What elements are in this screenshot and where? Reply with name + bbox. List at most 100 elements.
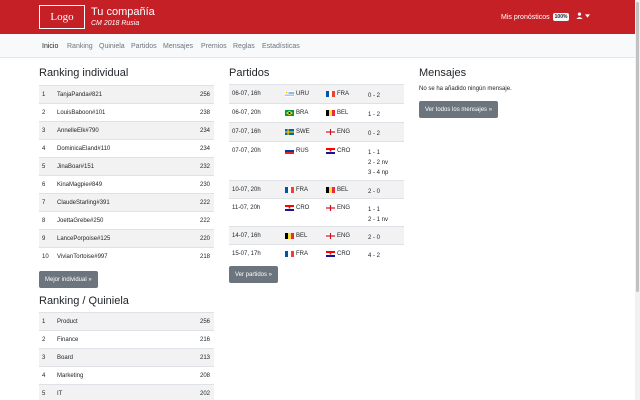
player-name[interactable]: ClaudeStarling#391	[57, 200, 110, 206]
nav-inicio[interactable]: Inicio	[42, 43, 58, 50]
team-code: BEL	[337, 187, 349, 193]
match-row[interactable]: 07-07, 20h RUS CRO 1 - 1 2 - 2 nv 3 - 4 …	[229, 141, 404, 180]
team-code: CRO	[337, 148, 351, 154]
match-score: 4 - 2	[368, 253, 381, 259]
ranking-quiniela-table: 1 Product 256 2 Finance 216 3 Board 213 4 Marke…	[39, 312, 214, 400]
match-score: 2 - 0	[368, 189, 381, 195]
ranking-quiniela-title: Ranking / Quiniela	[39, 295, 129, 307]
rank-position: 10	[42, 253, 49, 260]
rank-position: 4	[42, 145, 46, 152]
group-name[interactable]: Board	[57, 355, 73, 361]
user-menu-dropdown[interactable]	[576, 12, 590, 19]
group-name[interactable]: Marketing	[57, 373, 83, 379]
player-name[interactable]: AnnelleElk#790	[57, 128, 99, 134]
points: 232	[199, 163, 210, 170]
nav-reglas[interactable]: Reglas	[233, 43, 255, 50]
player-name[interactable]: KinaMagpie#849	[57, 182, 102, 188]
points: 234	[199, 145, 210, 152]
croatia-flag-icon	[326, 148, 335, 154]
match-score: 2 - 0	[368, 235, 381, 241]
nav-quiniela[interactable]: Quiniela	[99, 43, 125, 50]
match-date: 10-07, 20h	[232, 187, 261, 193]
belgium-flag-icon	[326, 110, 335, 116]
table-row: 4 DominicaEland#110 234	[39, 139, 214, 157]
best-individual-button[interactable]: Mejor individual »	[39, 271, 98, 288]
russia-flag-icon	[285, 148, 294, 154]
match-date: 14-07, 16h	[232, 233, 261, 239]
team-code: URU	[296, 91, 309, 97]
logo[interactable]: Logo	[39, 5, 85, 29]
rank-position: 5	[42, 163, 46, 170]
team-code: FRA	[296, 187, 308, 193]
team-code: RUS	[296, 148, 309, 154]
predictions-progress-badge: 100%	[552, 13, 570, 21]
nav-partidos[interactable]: Partidos	[131, 43, 157, 50]
player-name[interactable]: VivianTortoise#997	[57, 254, 108, 260]
top-navbar: Logo Tu compañía CM 2018 Rusia Mis pronó…	[0, 0, 640, 34]
match-date: 07-07, 16h	[232, 129, 261, 135]
player-name[interactable]: JinaBoar#151	[57, 164, 94, 170]
match-row[interactable]: 14-07, 16h BEL ENG 2 - 0	[229, 226, 404, 244]
table-row: 6 KinaMagpie#849 230	[39, 175, 214, 193]
match-row[interactable]: 11-07, 20h CRO ENG 1 - 1 2 - 1 nv	[229, 198, 404, 226]
match-score: 0 - 2	[368, 93, 381, 99]
france-flag-icon	[285, 251, 294, 257]
player-name[interactable]: JoettaGrebe#250	[57, 218, 103, 224]
points: 256	[199, 91, 210, 98]
points: 218	[199, 253, 210, 260]
match-score-extra-time: 2 - 1 nv	[368, 217, 389, 223]
nav-estadisticas[interactable]: Estadísticas	[262, 43, 300, 50]
belgium-flag-icon	[285, 233, 294, 239]
points: 208	[199, 372, 210, 379]
team-code: ENG	[337, 233, 351, 239]
table-row: 10 VivianTortoise#997 218	[39, 247, 214, 265]
match-score: 1 - 2	[368, 112, 381, 118]
group-name[interactable]: IT	[57, 391, 62, 397]
table-row: 3 Board 213	[39, 348, 214, 366]
england-flag-icon	[326, 205, 335, 211]
my-predictions-link[interactable]: Mis pronósticos 100%	[501, 13, 570, 21]
points: 234	[199, 127, 210, 134]
match-row[interactable]: 10-07, 20h FRA BEL 2 - 0	[229, 180, 404, 198]
page-scrollbar[interactable]	[635, 0, 640, 400]
table-row: 7 ClaudeStarling#391 222	[39, 193, 214, 211]
team-code: BEL	[337, 110, 349, 116]
matches-table: 06-07, 16h URU FRA 0 - 2 06-07, 20h BRA …	[229, 84, 404, 262]
player-name[interactable]: LancePorpoise#125	[57, 236, 110, 242]
team-code: FRA	[337, 91, 349, 97]
match-score: 1 - 1	[368, 150, 381, 156]
mensajes-title: Mensajes	[419, 67, 467, 79]
rank-position: 9	[42, 235, 46, 242]
player-name[interactable]: TanjaPanda#821	[57, 92, 102, 98]
match-date: 07-07, 20h	[232, 148, 261, 154]
main-nav: Inicio Ranking Quiniela Partidos Mensaje…	[0, 34, 640, 58]
match-score-penalties: 3 - 4 np	[368, 170, 389, 176]
table-row: 1 Product 256	[39, 312, 214, 330]
player-name[interactable]: LouisBaboon#101	[57, 110, 105, 116]
partidos-title: Partidos	[229, 67, 270, 79]
nav-premios[interactable]: Premios	[201, 43, 227, 50]
belgium-flag-icon	[326, 187, 335, 193]
match-row[interactable]: 07-07, 16h SWE ENG 0 - 2	[229, 122, 404, 141]
table-row: 9 LancePorpoise#125 220	[39, 229, 214, 247]
match-row[interactable]: 15-07, 17h FRA CRO 4 - 2	[229, 244, 404, 262]
scrollbar-thumb[interactable]	[636, 2, 639, 292]
england-flag-icon	[326, 233, 335, 239]
match-row[interactable]: 06-07, 16h URU FRA 0 - 2	[229, 84, 404, 103]
table-row: 8 JoettaGrebe#250 222	[39, 211, 214, 229]
nav-mensajes[interactable]: Mensajes	[163, 43, 193, 50]
group-name[interactable]: Product	[57, 319, 78, 325]
table-row: 5 JinaBoar#151 232	[39, 157, 214, 175]
france-flag-icon	[285, 187, 294, 193]
match-row[interactable]: 06-07, 20h BRA BEL 1 - 2	[229, 103, 404, 122]
table-row: 2 Finance 216	[39, 330, 214, 348]
brazil-flag-icon	[285, 110, 294, 116]
rank-position: 1	[42, 318, 46, 325]
view-matches-button[interactable]: Ver partidos »	[229, 266, 279, 283]
player-name[interactable]: DominicaEland#110	[57, 146, 110, 152]
nav-ranking[interactable]: Ranking	[67, 43, 93, 50]
group-name[interactable]: Finance	[57, 337, 78, 343]
table-row: 2 LouisBaboon#101 238	[39, 103, 214, 121]
match-date: 15-07, 17h	[232, 251, 261, 257]
view-all-messages-button[interactable]: Ver todos los mensajes »	[419, 101, 499, 118]
